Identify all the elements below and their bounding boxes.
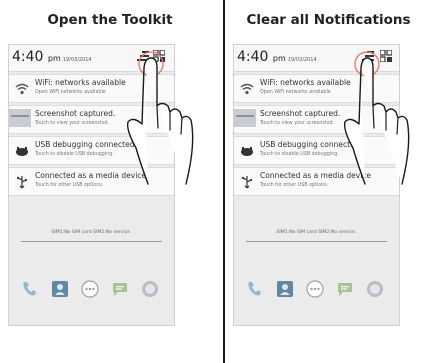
clock-date: 19/03/2014: [62, 57, 92, 63]
usb-icon: [241, 176, 252, 189]
contacts-icon[interactable]: [276, 280, 294, 298]
phone-icon[interactable]: [246, 280, 264, 298]
notification-subtitle: Touch to view your screenshot.: [35, 121, 110, 126]
wifi-icon: [240, 83, 254, 95]
clock-ampm: pm: [47, 54, 61, 63]
notification-wifi[interactable]: WiFi: networks available Open WiFi netwo…: [234, 74, 399, 103]
divider: [21, 241, 162, 242]
notification-subtitle: Touch to disable USB debugging.: [260, 152, 339, 157]
android-debug-icon: [241, 147, 253, 156]
notification-subtitle: Touch for other USB options.: [35, 183, 104, 188]
notification-title: WiFi: networks available: [260, 78, 351, 87]
phone-screen: 4:40 pm 19/03/2014 WiFi: networks availa…: [233, 44, 400, 326]
notification-usb-debugging[interactable]: USB debugging connected Touch to disable…: [234, 136, 399, 165]
clock-date: 19/03/2014: [287, 57, 317, 63]
clear-all-icon[interactable]: [137, 50, 150, 62]
clock: 4:40 pm 19/03/2014: [237, 49, 317, 65]
notification-title: Connected as a media device: [260, 171, 372, 180]
browser-icon[interactable]: [141, 280, 159, 298]
screenshot-thumbnail: [234, 109, 256, 127]
contacts-icon[interactable]: [51, 280, 69, 298]
messages-icon[interactable]: [111, 280, 129, 298]
phone-screen: 4:40 pm 19/03/2014 WiFi: networks availa…: [8, 44, 175, 326]
status-bar[interactable]: 4:40 pm 19/03/2014: [234, 45, 399, 72]
wifi-icon: [15, 83, 29, 95]
usb-icon: [16, 176, 27, 189]
notification-screenshot[interactable]: Screenshot captured. Touch to view your …: [234, 105, 399, 134]
browser-icon[interactable]: [366, 280, 384, 298]
messages-icon[interactable]: [336, 280, 354, 298]
panel-title: Open the Toolkit: [47, 12, 173, 28]
toolkit-grid-icon[interactable]: [153, 50, 165, 62]
sim-status: SIM1:No SIM card SIM2:No service.: [276, 230, 357, 235]
clear-all-icon[interactable]: [362, 50, 375, 62]
notification-subtitle: Touch for other USB options.: [260, 183, 329, 188]
toolkit-grid-icon[interactable]: [380, 50, 392, 62]
notification-title: WiFi: networks available: [35, 78, 126, 87]
notification-screenshot[interactable]: Screenshot captured. Touch to view your …: [9, 105, 174, 134]
notification-usb-debugging[interactable]: USB debugging connected Touch to disable…: [9, 136, 174, 165]
notification-subtitle: Open WiFi networks available: [260, 90, 331, 95]
notification-subtitle: Touch to view your screenshot.: [260, 121, 335, 126]
notification-title: Screenshot captured.: [260, 109, 341, 118]
divider: [246, 241, 387, 242]
panel-divider: [223, 0, 225, 363]
clock-time: 4:40: [12, 49, 44, 65]
sim-status: SIM1:No SIM card SIM2:No service.: [51, 230, 132, 235]
notification-subtitle: Open WiFi networks available: [35, 90, 106, 95]
notification-subtitle: Touch to disable USB debugging.: [35, 152, 114, 157]
notification-title: Connected as a media device: [35, 171, 147, 180]
panel-title: Clear all Notifications: [246, 12, 411, 28]
clock-time: 4:40: [237, 49, 269, 65]
apps-icon[interactable]: [306, 280, 324, 298]
app-dock: [9, 277, 174, 307]
phone-icon[interactable]: [21, 280, 39, 298]
notification-title: USB debugging connected: [35, 140, 135, 149]
notification-wifi[interactable]: WiFi: networks available Open WiFi netwo…: [9, 74, 174, 103]
clock-ampm: pm: [272, 54, 286, 63]
notification-title: USB debugging connected: [260, 140, 360, 149]
apps-icon[interactable]: [81, 280, 99, 298]
notification-media-device[interactable]: Connected as a media device Touch for ot…: [234, 167, 399, 196]
notification-title: Screenshot captured.: [35, 109, 116, 118]
notification-media-device[interactable]: Connected as a media device Touch for ot…: [9, 167, 174, 196]
app-dock: [234, 277, 399, 307]
screenshot-thumbnail: [9, 109, 31, 127]
android-debug-icon: [16, 147, 28, 156]
status-bar[interactable]: 4:40 pm 19/03/2014: [9, 45, 174, 72]
clock: 4:40 pm 19/03/2014: [12, 49, 92, 65]
